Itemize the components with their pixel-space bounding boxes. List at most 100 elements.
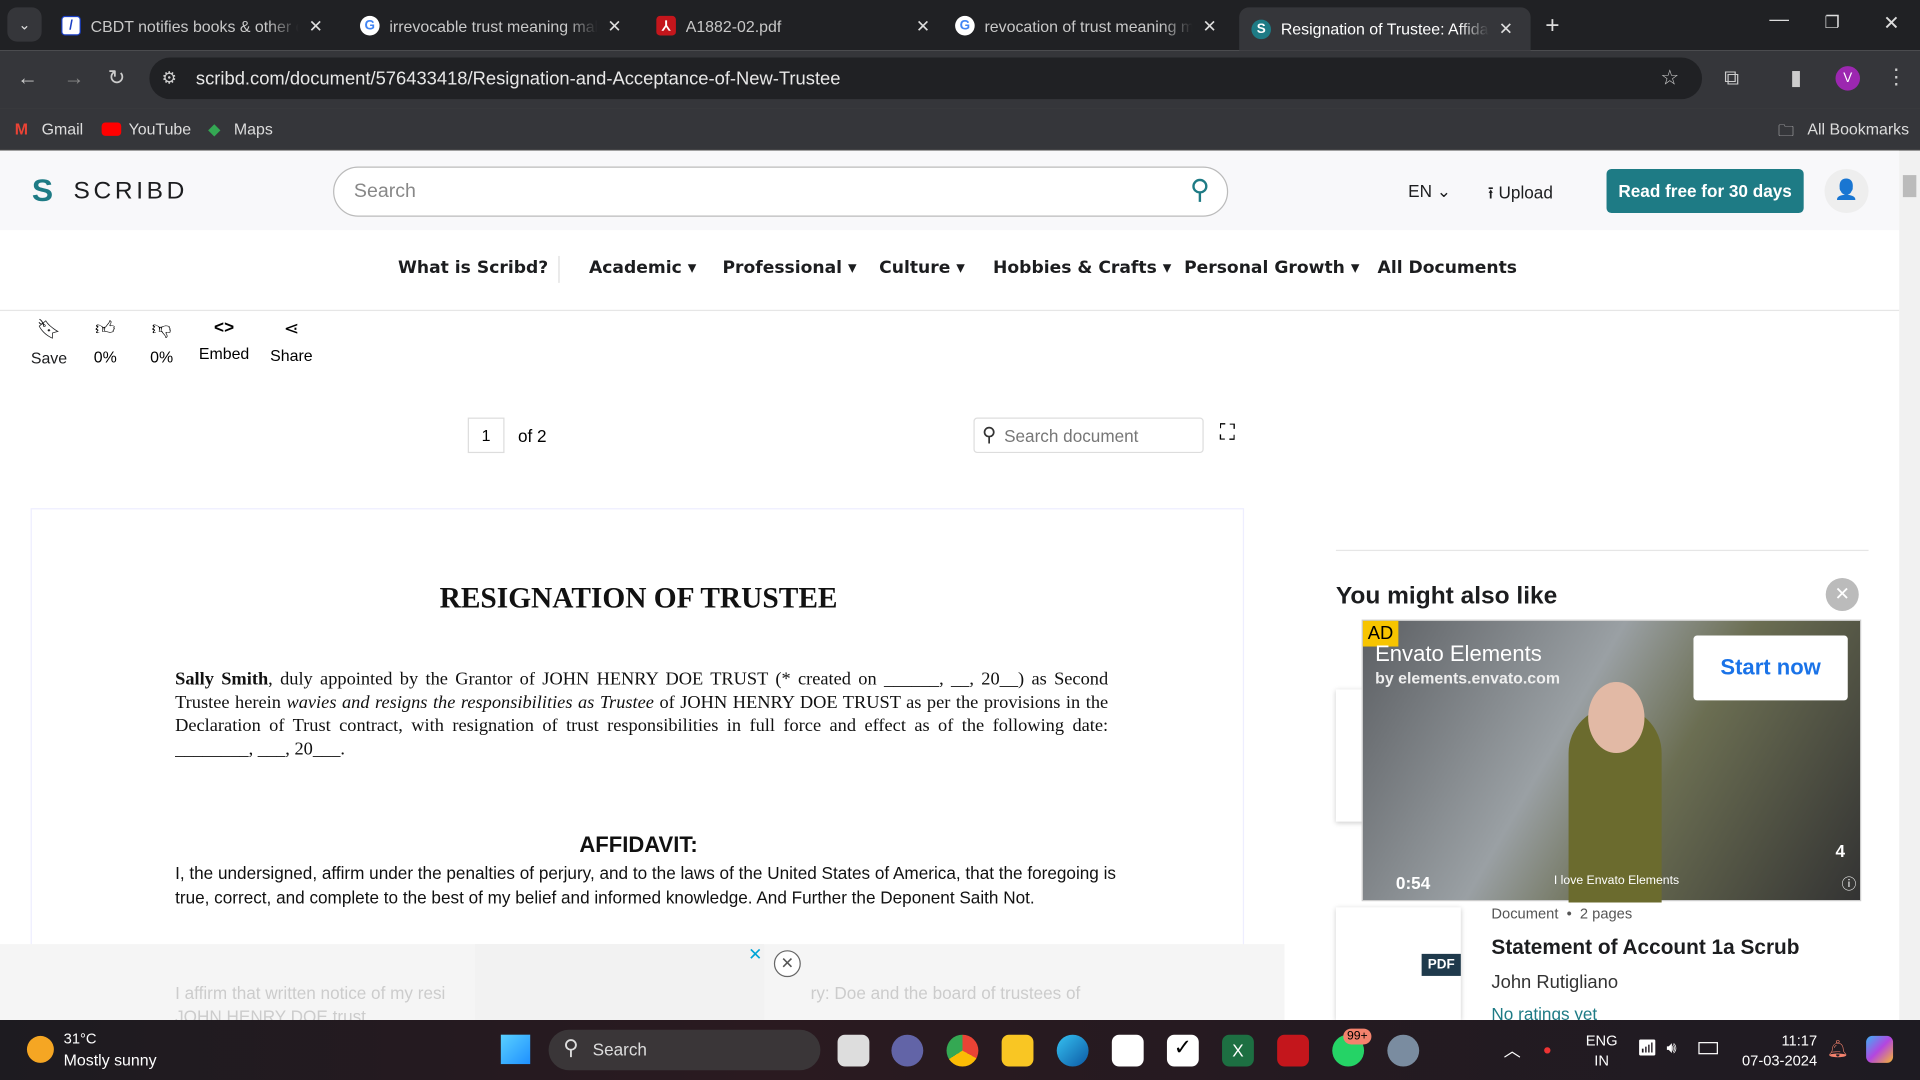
bookmark-youtube[interactable]: YouTube	[129, 120, 192, 138]
extensions-icon[interactable]: ⧉	[1724, 66, 1739, 90]
nav-all-documents[interactable]: All Documents	[1378, 258, 1517, 278]
weather-widget[interactable]: Mostly sunny	[64, 1051, 157, 1069]
close-tab-icon[interactable]: ✕	[607, 15, 621, 36]
forward-icon[interactable]: →	[64, 66, 85, 90]
bookmark-maps[interactable]: Maps	[234, 120, 273, 138]
search-icon: ⚲	[563, 1035, 579, 1060]
tab-active[interactable]: S Resignation of Trustee: Affidavit ✕	[1239, 7, 1531, 51]
edge-icon[interactable]	[1056, 1034, 1089, 1067]
dislike-button[interactable]: 👎︎ 0%	[142, 317, 181, 366]
bookmark-star-icon[interactable]: ☆	[1660, 66, 1679, 90]
share-button[interactable]: ⋖ Share	[267, 317, 316, 365]
upload-button[interactable]: ⭱ Upload	[1488, 180, 1553, 209]
close-tab-icon[interactable]: ✕	[1202, 15, 1216, 36]
nav-hobbies[interactable]: Hobbies & Crafts ▾	[993, 258, 1171, 278]
start-now-button[interactable]: Start now	[1693, 635, 1848, 701]
document-thumbnail[interactable]: PDF	[1335, 907, 1461, 1021]
document-author[interactable]: John Rutigliano	[1491, 972, 1618, 993]
google-icon: G	[360, 15, 380, 36]
close-tab-icon[interactable]: ✕	[309, 15, 323, 36]
task-view-icon[interactable]	[837, 1034, 870, 1067]
maps-icon: ◆	[208, 120, 221, 139]
gmail-icon: M	[14, 120, 28, 139]
taskbar-search[interactable]: ⚲ Search	[548, 1029, 821, 1071]
scrollbar-thumb[interactable]	[1902, 175, 1917, 198]
page-number-input[interactable]: 1	[467, 417, 505, 454]
acrobat-icon[interactable]	[1277, 1034, 1309, 1067]
tab[interactable]: Girrevocable trust meaning malay ✕	[348, 7, 634, 44]
copilot-icon[interactable]	[1866, 1035, 1894, 1063]
close-tab-icon[interactable]: ✕	[916, 15, 930, 36]
site-info-icon[interactable]: ⚙	[162, 67, 177, 88]
embed-button[interactable]: <> Embed	[196, 317, 252, 362]
chrome-icon[interactable]	[946, 1034, 979, 1067]
search-icon[interactable]: ⚲	[1190, 174, 1210, 206]
nav-what-is-scribd[interactable]: What is Scribd?	[398, 258, 548, 278]
ad-choices-close-icon[interactable]: ✕	[748, 944, 762, 965]
nav-culture[interactable]: Culture ▾	[879, 258, 965, 278]
minimize-button[interactable]: —	[1769, 10, 1789, 32]
onedrive-error-icon[interactable]: ●	[1543, 1041, 1552, 1058]
profile-avatar[interactable]: V	[1835, 66, 1861, 91]
video-ad[interactable]: AD Envato Elements by elements.envato.co…	[1361, 619, 1862, 903]
microsoft-store-icon[interactable]	[1111, 1034, 1144, 1067]
nav-personal-growth[interactable]: Personal Growth ▾	[1184, 258, 1359, 278]
help-icon[interactable]: ⓘ	[1842, 873, 1857, 894]
page-scrollbar[interactable]	[1899, 150, 1920, 1021]
search-document-input[interactable]: ⚲ Search document	[973, 417, 1204, 454]
recommendations-heading: You might also like	[1335, 582, 1558, 610]
chevron-up-icon[interactable]: ︿	[1504, 1038, 1521, 1062]
address-bar[interactable]: scribd.com/document/576433418/Resignatio…	[149, 57, 1703, 100]
notification-bell-icon[interactable]: 🔔︎	[1827, 1038, 1849, 1059]
thumbs-up-icon: 👍︎	[95, 318, 116, 340]
language-select[interactable]: EN ⌄	[1408, 181, 1451, 202]
nav-professional[interactable]: Professional ▾	[722, 258, 856, 278]
file-explorer-icon[interactable]	[1001, 1034, 1034, 1067]
bookmark-gmail[interactable]: Gmail	[42, 120, 84, 138]
read-free-button[interactable]: Read free for 30 days	[1606, 168, 1804, 214]
restore-button[interactable]: ❐	[1824, 12, 1839, 33]
recommended-document-title[interactable]: Statement of Account 1a Scrub	[1491, 936, 1799, 960]
scribd-logo[interactable]: SCRIBD	[73, 178, 188, 206]
video-time: 0:54	[1395, 873, 1431, 893]
excel-icon[interactable]: X	[1222, 1034, 1254, 1067]
divider	[0, 309, 1900, 312]
site-search-input[interactable]: Search ⚲	[333, 166, 1229, 217]
pdf-badge: PDF	[1421, 953, 1461, 976]
close-tab-icon[interactable]: ✕	[1499, 18, 1513, 39]
folder-icon: 🗀	[1777, 121, 1794, 140]
like-button[interactable]: 👍︎ 0%	[86, 317, 125, 366]
windows-start-icon[interactable]	[500, 1034, 531, 1065]
close-ad-icon[interactable]: ✕	[773, 950, 801, 978]
thumbs-down-icon: 👎︎	[151, 318, 172, 340]
tab-search-button[interactable]: ⌄	[7, 7, 42, 42]
youtube-icon	[101, 122, 122, 136]
teams-icon[interactable]	[891, 1034, 924, 1067]
tasks-icon[interactable]: ✓	[1166, 1034, 1199, 1067]
tab[interactable]: ⅄ A1882-02.pdf ✕	[644, 7, 942, 44]
settings-icon[interactable]	[1387, 1034, 1420, 1067]
close-window-button[interactable]: ✕	[1883, 11, 1899, 35]
user-icon[interactable]: 👤	[1824, 168, 1869, 214]
bottom-ad-banner: I affirm that written notice of my resi …	[0, 944, 1285, 1026]
language-indicator[interactable]: ENG IN	[1586, 1031, 1618, 1070]
tab[interactable]: / CBDT notifies books & other do ✕	[49, 7, 335, 44]
search-icon: ⚲	[982, 424, 997, 446]
affidavit-text: I, the undersigned, affirm under the pen…	[175, 863, 1116, 907]
menu-icon[interactable]: ⋮	[1886, 65, 1907, 89]
fullscreen-icon[interactable]: ⛶	[1220, 420, 1235, 446]
back-icon[interactable]: ←	[17, 66, 38, 90]
save-button[interactable]: 🔖︎ Save	[29, 317, 68, 368]
tab[interactable]: Grevocation of trust meaning ma ✕	[943, 7, 1229, 44]
clock[interactable]: 11:17 07-03-2024	[1736, 1031, 1817, 1070]
reload-icon[interactable]: ↻	[108, 66, 125, 90]
battery-icon[interactable]	[1698, 1042, 1718, 1055]
nav-academic[interactable]: Academic ▾	[589, 258, 696, 278]
affidavit-heading: AFFIDAVIT:	[579, 832, 698, 858]
all-bookmarks[interactable]: All Bookmarks	[1807, 120, 1909, 138]
new-tab-button[interactable]: +	[1545, 12, 1559, 40]
volume-icon[interactable]: 🔊︎	[1667, 1038, 1677, 1058]
close-recommendations-icon[interactable]: ✕	[1825, 577, 1859, 612]
wifi-icon[interactable]: 📶︎	[1637, 1038, 1657, 1058]
side-panel-icon[interactable]: ▮	[1790, 66, 1801, 90]
